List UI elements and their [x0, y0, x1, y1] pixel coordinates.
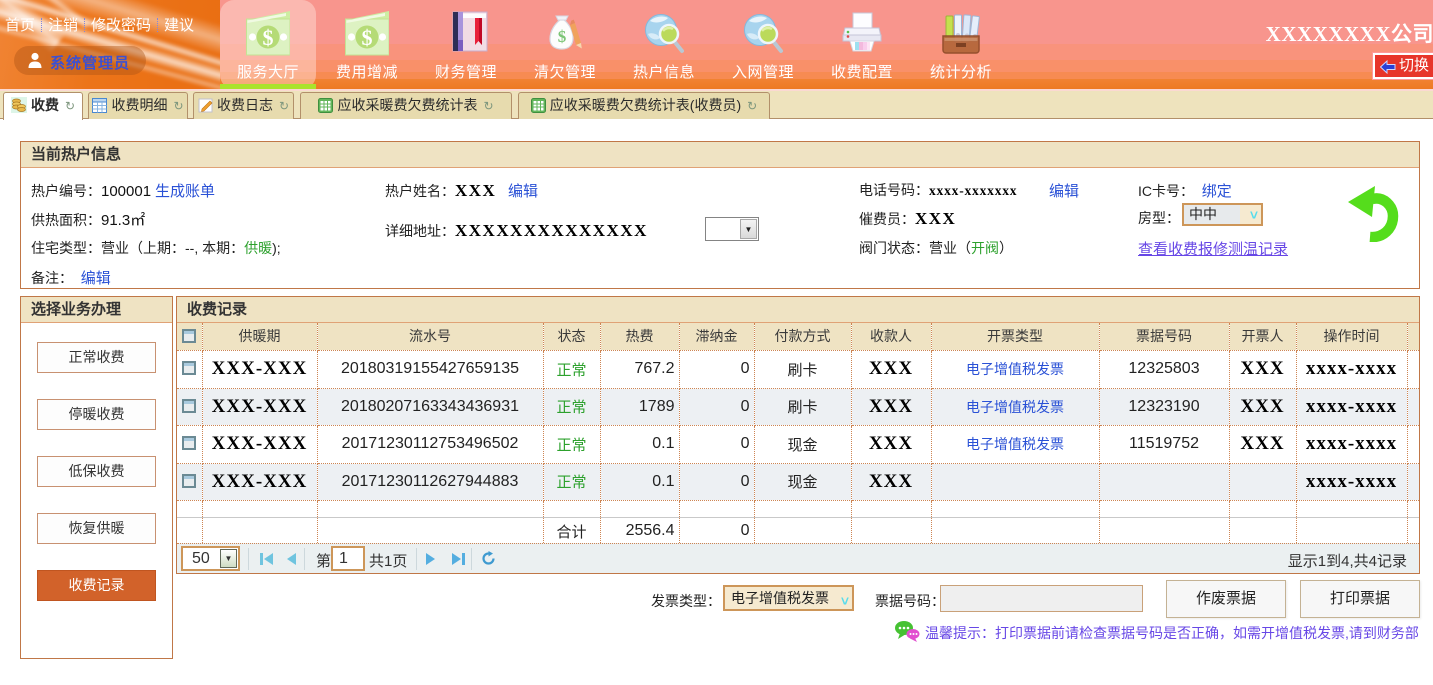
svg-text:$: $: [263, 25, 274, 50]
svg-text:$: $: [362, 25, 373, 50]
svg-text:$: $: [558, 27, 567, 46]
